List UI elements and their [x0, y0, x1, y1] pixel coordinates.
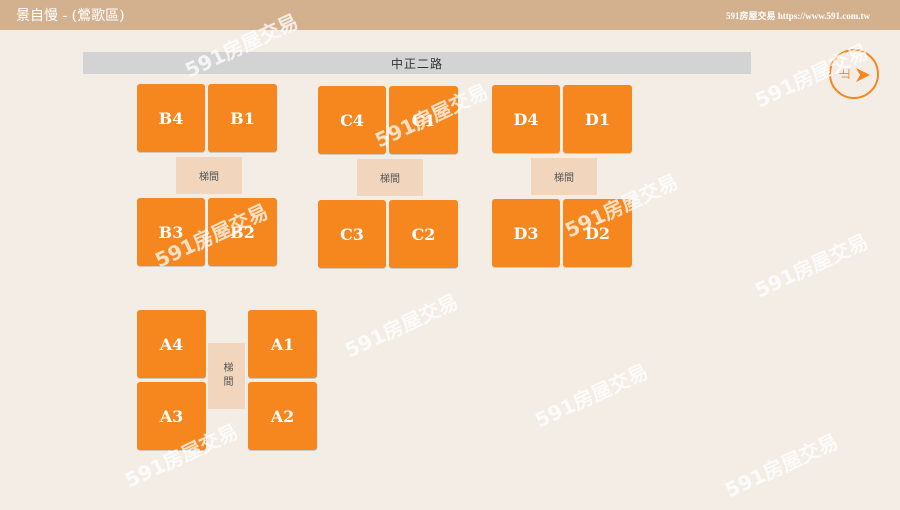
unit-a3[interactable]: A3 — [137, 382, 206, 450]
next-button[interactable]: 止 — [829, 49, 879, 99]
unit-c4[interactable]: C4 — [318, 86, 386, 154]
unit-c2[interactable]: C2 — [389, 200, 458, 268]
source-credit: 591房屋交易 https://www.591.com.tw — [726, 10, 870, 21]
unit-a4[interactable]: A4 — [137, 310, 206, 378]
stairwell-b: 梯間 — [176, 157, 242, 194]
unit-b1[interactable]: B1 — [208, 84, 277, 152]
unit-a1[interactable]: A1 — [248, 310, 317, 378]
unit-c1[interactable]: C1 — [389, 86, 458, 154]
header-bar: 景自慢 - (鶯歌區) 591房屋交易 https://www.591.com.… — [0, 0, 900, 30]
unit-b4[interactable]: B4 — [137, 84, 205, 152]
stairwell-a: 梯間 — [208, 343, 245, 409]
unit-d2[interactable]: D2 — [563, 199, 632, 267]
watermark: 591房屋交易 — [531, 359, 652, 433]
watermark: 591房屋交易 — [721, 429, 842, 503]
unit-d4[interactable]: D4 — [492, 85, 560, 153]
unit-b2[interactable]: B2 — [208, 198, 277, 266]
stairwell-c: 梯間 — [357, 159, 423, 196]
unit-a2[interactable]: A2 — [248, 382, 317, 450]
unit-d3[interactable]: D3 — [492, 199, 560, 267]
arrow-right-icon — [856, 68, 870, 82]
road-label: 中正二路 — [83, 52, 751, 74]
stairwell-d: 梯間 — [531, 158, 597, 195]
watermark: 591房屋交易 — [751, 229, 872, 303]
unit-c3[interactable]: C3 — [318, 200, 386, 268]
unit-d1[interactable]: D1 — [563, 85, 632, 153]
next-button-label: 止 — [838, 68, 852, 80]
unit-b3[interactable]: B3 — [137, 198, 205, 266]
watermark: 591房屋交易 — [341, 289, 462, 363]
page-title: 景自慢 - (鶯歌區) — [16, 8, 125, 24]
